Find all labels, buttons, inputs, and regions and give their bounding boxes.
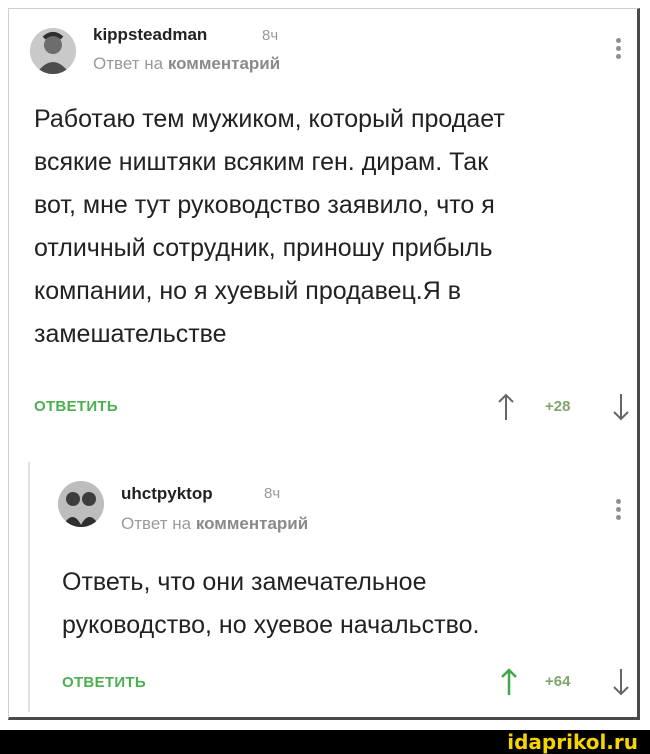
timestamp: 8ч xyxy=(262,27,279,44)
upvote-icon[interactable] xyxy=(497,392,515,422)
reply-to-line: Ответ на комментарий xyxy=(121,514,308,534)
upvote-icon[interactable] xyxy=(500,667,518,697)
downvote-icon[interactable] xyxy=(612,392,630,422)
reply-prefix: Ответ на xyxy=(93,54,164,73)
text-line: вот, мне тут руководство заявило, что я xyxy=(34,191,495,219)
reply-target-link[interactable]: комментарий xyxy=(196,514,308,533)
text-line: руководство, но хуевое начальство. xyxy=(62,611,480,639)
text-line: Ответь, что они замечательное xyxy=(62,568,427,596)
reply-to-line: Ответ на комментарий xyxy=(93,54,280,74)
downvote-icon[interactable] xyxy=(612,667,630,697)
score: +28 xyxy=(545,398,571,415)
text-line: замешательстве xyxy=(34,320,227,348)
text-line: Работаю тем мужиком, который продает xyxy=(34,105,505,133)
score: +64 xyxy=(545,673,571,690)
thread-line xyxy=(28,462,30,712)
watermark-text: idaprikol.ru xyxy=(507,730,638,754)
comment-text: Работаю тем мужиком, который продает вся… xyxy=(34,98,505,356)
watermark-bar: idaprikol.ru xyxy=(0,730,650,754)
reply-prefix: Ответ на xyxy=(121,514,192,533)
timestamp: 8ч xyxy=(264,485,281,502)
text-line: всякие ништяки всяким ген. дирам. Так xyxy=(34,148,489,176)
text-line: отличный сотрудник, приношу прибыль xyxy=(34,234,493,262)
avatar[interactable] xyxy=(30,28,76,74)
reply-button[interactable]: ОТВЕТИТЬ xyxy=(34,398,118,415)
username[interactable]: kippsteadman xyxy=(93,25,207,45)
more-options-icon[interactable] xyxy=(616,38,622,62)
reply-target-link[interactable]: комментарий xyxy=(168,54,280,73)
avatar[interactable] xyxy=(58,481,104,527)
more-options-icon[interactable] xyxy=(616,499,622,523)
username[interactable]: uhctpyktop xyxy=(121,484,213,504)
reply-button[interactable]: ОТВЕТИТЬ xyxy=(62,674,146,691)
text-line: компании, но я хуевый продавец.Я в xyxy=(34,277,462,305)
comment-text: Ответь, что они замечательное руководств… xyxy=(62,561,479,647)
